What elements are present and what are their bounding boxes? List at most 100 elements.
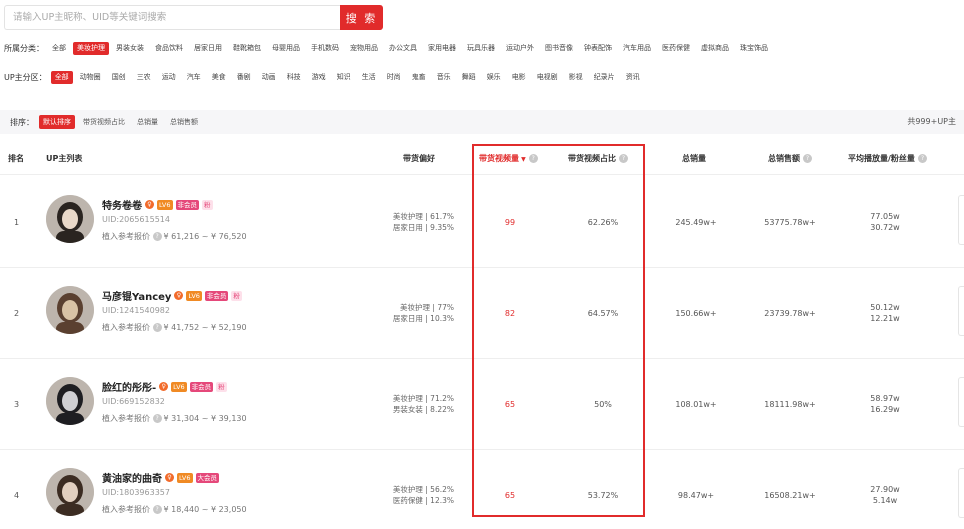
- help-icon[interactable]: ?: [803, 154, 812, 163]
- preference-1: 美妆护理 | 71.2%: [392, 394, 454, 403]
- action-button-edge[interactable]: [958, 286, 964, 336]
- category-chip-9[interactable]: 办公文具: [385, 42, 421, 55]
- level-badge: LV6: [186, 290, 202, 301]
- fan-badge: 粉: [216, 381, 227, 392]
- total-gmv: 53775.78w+: [764, 218, 816, 227]
- zone-chips: 全部 动物圈 国创 三农 运动 汽车 美食 番剧 动画 科技 游戏 知识 生活 时尚 鬼畜 音乐 舞蹈 娱乐 电影电…: [50, 71, 647, 84]
- preference: 美妆护理 | 61.7% 居家日用 | 9.35%: [393, 211, 454, 233]
- action-button-edge[interactable]: [958, 377, 964, 427]
- category-chip-15[interactable]: 汽车用品: [619, 42, 655, 55]
- category-chip-5[interactable]: 鞋靴箱包: [229, 42, 265, 55]
- search-input[interactable]: [4, 5, 340, 30]
- quote-label: 植入参考报价: [102, 505, 150, 514]
- category-chip-6[interactable]: 母婴用品: [268, 42, 304, 55]
- location-icon: ♀: [165, 473, 174, 482]
- zone-chip-20[interactable]: 影视: [565, 71, 587, 84]
- zone-chip-18[interactable]: 电影: [508, 71, 530, 84]
- rank: 2: [14, 309, 20, 318]
- help-icon[interactable]: ?: [152, 414, 162, 423]
- preference-1: 美妆护理 | 56.2%: [392, 485, 454, 494]
- zone-chip-4[interactable]: 运动: [158, 71, 180, 84]
- level-badge: LV6: [171, 381, 187, 392]
- category-chip-1[interactable]: 美妆护理: [73, 42, 109, 55]
- up-name[interactable]: 马彦锟Yancey: [102, 288, 171, 303]
- search-bar: 搜 索: [4, 5, 383, 30]
- search-button[interactable]: 搜 索: [340, 5, 383, 30]
- preference-1: 美妆护理 | 77%: [400, 303, 454, 312]
- header-total-gmv[interactable]: 总销售额?: [768, 153, 812, 164]
- category-chip-0[interactable]: 全部: [48, 42, 70, 55]
- help-icon[interactable]: ?: [152, 323, 162, 332]
- zone-chip-3[interactable]: 三农: [133, 71, 155, 84]
- category-chip-18[interactable]: 珠宝饰品: [736, 42, 772, 55]
- zone-chip-22[interactable]: 资讯: [622, 71, 644, 84]
- zone-chip-1[interactable]: 动物圈: [76, 71, 105, 84]
- category-chip-12[interactable]: 运动户外: [502, 42, 538, 55]
- sort-option-2[interactable]: 总销量: [133, 115, 162, 129]
- preference-2: 男装女装 | 8.22%: [392, 405, 454, 414]
- avatar[interactable]: [46, 468, 94, 516]
- avatar[interactable]: [46, 195, 94, 243]
- zone-chip-9[interactable]: 科技: [283, 71, 305, 84]
- up-name[interactable]: 脸红的彤彤-: [102, 379, 156, 394]
- zone-chip-19[interactable]: 电视剧: [533, 71, 562, 84]
- help-icon[interactable]: ?: [152, 505, 162, 514]
- zone-chip-6[interactable]: 美食: [208, 71, 230, 84]
- zone-chip-17[interactable]: 娱乐: [483, 71, 505, 84]
- category-chip-4[interactable]: 居家日用: [190, 42, 226, 55]
- avatar[interactable]: [46, 377, 94, 425]
- up-name[interactable]: 特务卷卷: [102, 197, 142, 212]
- zone-chip-13[interactable]: 时尚: [383, 71, 405, 84]
- category-chip-7[interactable]: 手机数码: [307, 42, 343, 55]
- uid: UID:669152832: [102, 397, 165, 406]
- quote-label: 植入参考报价: [102, 414, 150, 423]
- quote-label: 植入参考报价: [102, 323, 150, 332]
- header-up-list: UP主列表: [46, 154, 83, 163]
- quote-price: 植入参考报价 ? ¥ 31,304 ~ ¥ 39,130: [102, 413, 247, 424]
- up-name[interactable]: 黄油家的曲奇: [102, 470, 162, 485]
- zone-chip-15[interactable]: 音乐: [433, 71, 455, 84]
- zone-chip-16[interactable]: 舞蹈: [458, 71, 480, 84]
- zone-chip-2[interactable]: 国创: [108, 71, 130, 84]
- action-button-edge[interactable]: [958, 195, 964, 245]
- avatar[interactable]: [46, 286, 94, 334]
- zone-chip-21[interactable]: 纪录片: [590, 71, 619, 84]
- help-icon[interactable]: ?: [917, 154, 927, 163]
- zone-chip-12[interactable]: 生活: [358, 71, 380, 84]
- zone-chip-5[interactable]: 汽车: [183, 71, 205, 84]
- category-chip-14[interactable]: 钟表配饰: [580, 42, 616, 55]
- header-total-sales[interactable]: 总销量: [682, 153, 706, 164]
- avg-views: 77.05w 30.72w: [860, 211, 910, 233]
- category-chip-16[interactable]: 医药保健: [658, 42, 694, 55]
- help-icon[interactable]: ?: [152, 232, 162, 241]
- level-badge: LV6: [177, 472, 193, 483]
- zone-chip-7[interactable]: 番剧: [233, 71, 255, 84]
- category-chip-11[interactable]: 玩具乐器: [463, 42, 499, 55]
- avg-views: 50.12w 12.21w: [860, 302, 910, 324]
- header-avg-views[interactable]: 平均播放量/粉丝量?: [848, 153, 927, 164]
- category-chip-10[interactable]: 家用电器: [424, 42, 460, 55]
- action-button-edge[interactable]: [958, 468, 964, 518]
- category-chip-17[interactable]: 虚拟商品: [697, 42, 733, 55]
- zone-chip-8[interactable]: 动画: [258, 71, 280, 84]
- zone-chip-11[interactable]: 知识: [333, 71, 355, 84]
- quote-label: 植入参考报价: [102, 232, 150, 241]
- category-filter: 所属分类： 全部 美妆护理 男装女装 食品饮料 居家日用 鞋靴箱包 母婴用品 手机数码 宠物用品…: [4, 41, 775, 56]
- zone-chip-10[interactable]: 游戏: [308, 71, 330, 84]
- zone-filter: UP主分区： 全部 动物圈 国创 三农 运动 汽车 美食 番剧 动画 科技 游戏 知识 生活 时尚 鬼畜 音乐…: [4, 70, 647, 85]
- category-label: 所属分类：: [4, 44, 44, 53]
- category-chip-3[interactable]: 食品饮料: [151, 42, 187, 55]
- preference: 美妆护理 | 56.2% 医药保健 | 12.3%: [393, 484, 454, 506]
- category-chip-2[interactable]: 男装女装: [112, 42, 148, 55]
- zone-chip-14[interactable]: 鬼畜: [408, 71, 430, 84]
- zone-label: UP主分区：: [4, 73, 47, 82]
- category-chip-13[interactable]: 图书音像: [541, 42, 577, 55]
- category-chip-8[interactable]: 宠物用品: [346, 42, 382, 55]
- sort-option-1[interactable]: 带货视频占比: [79, 115, 129, 129]
- avg-play: 50.12w: [870, 303, 900, 312]
- zone-chip-0[interactable]: 全部: [50, 71, 73, 84]
- quote-price: 植入参考报价 ? ¥ 61,216 ~ ¥ 76,520: [102, 231, 247, 242]
- sort-option-0[interactable]: 默认排序: [39, 115, 75, 129]
- sort-option-3[interactable]: 总销售额: [166, 115, 202, 129]
- category-chips: 全部 美妆护理 男装女装 食品饮料 居家日用 鞋靴箱包 母婴用品 手机数码 宠物用品 办公文具 家用…: [48, 42, 775, 55]
